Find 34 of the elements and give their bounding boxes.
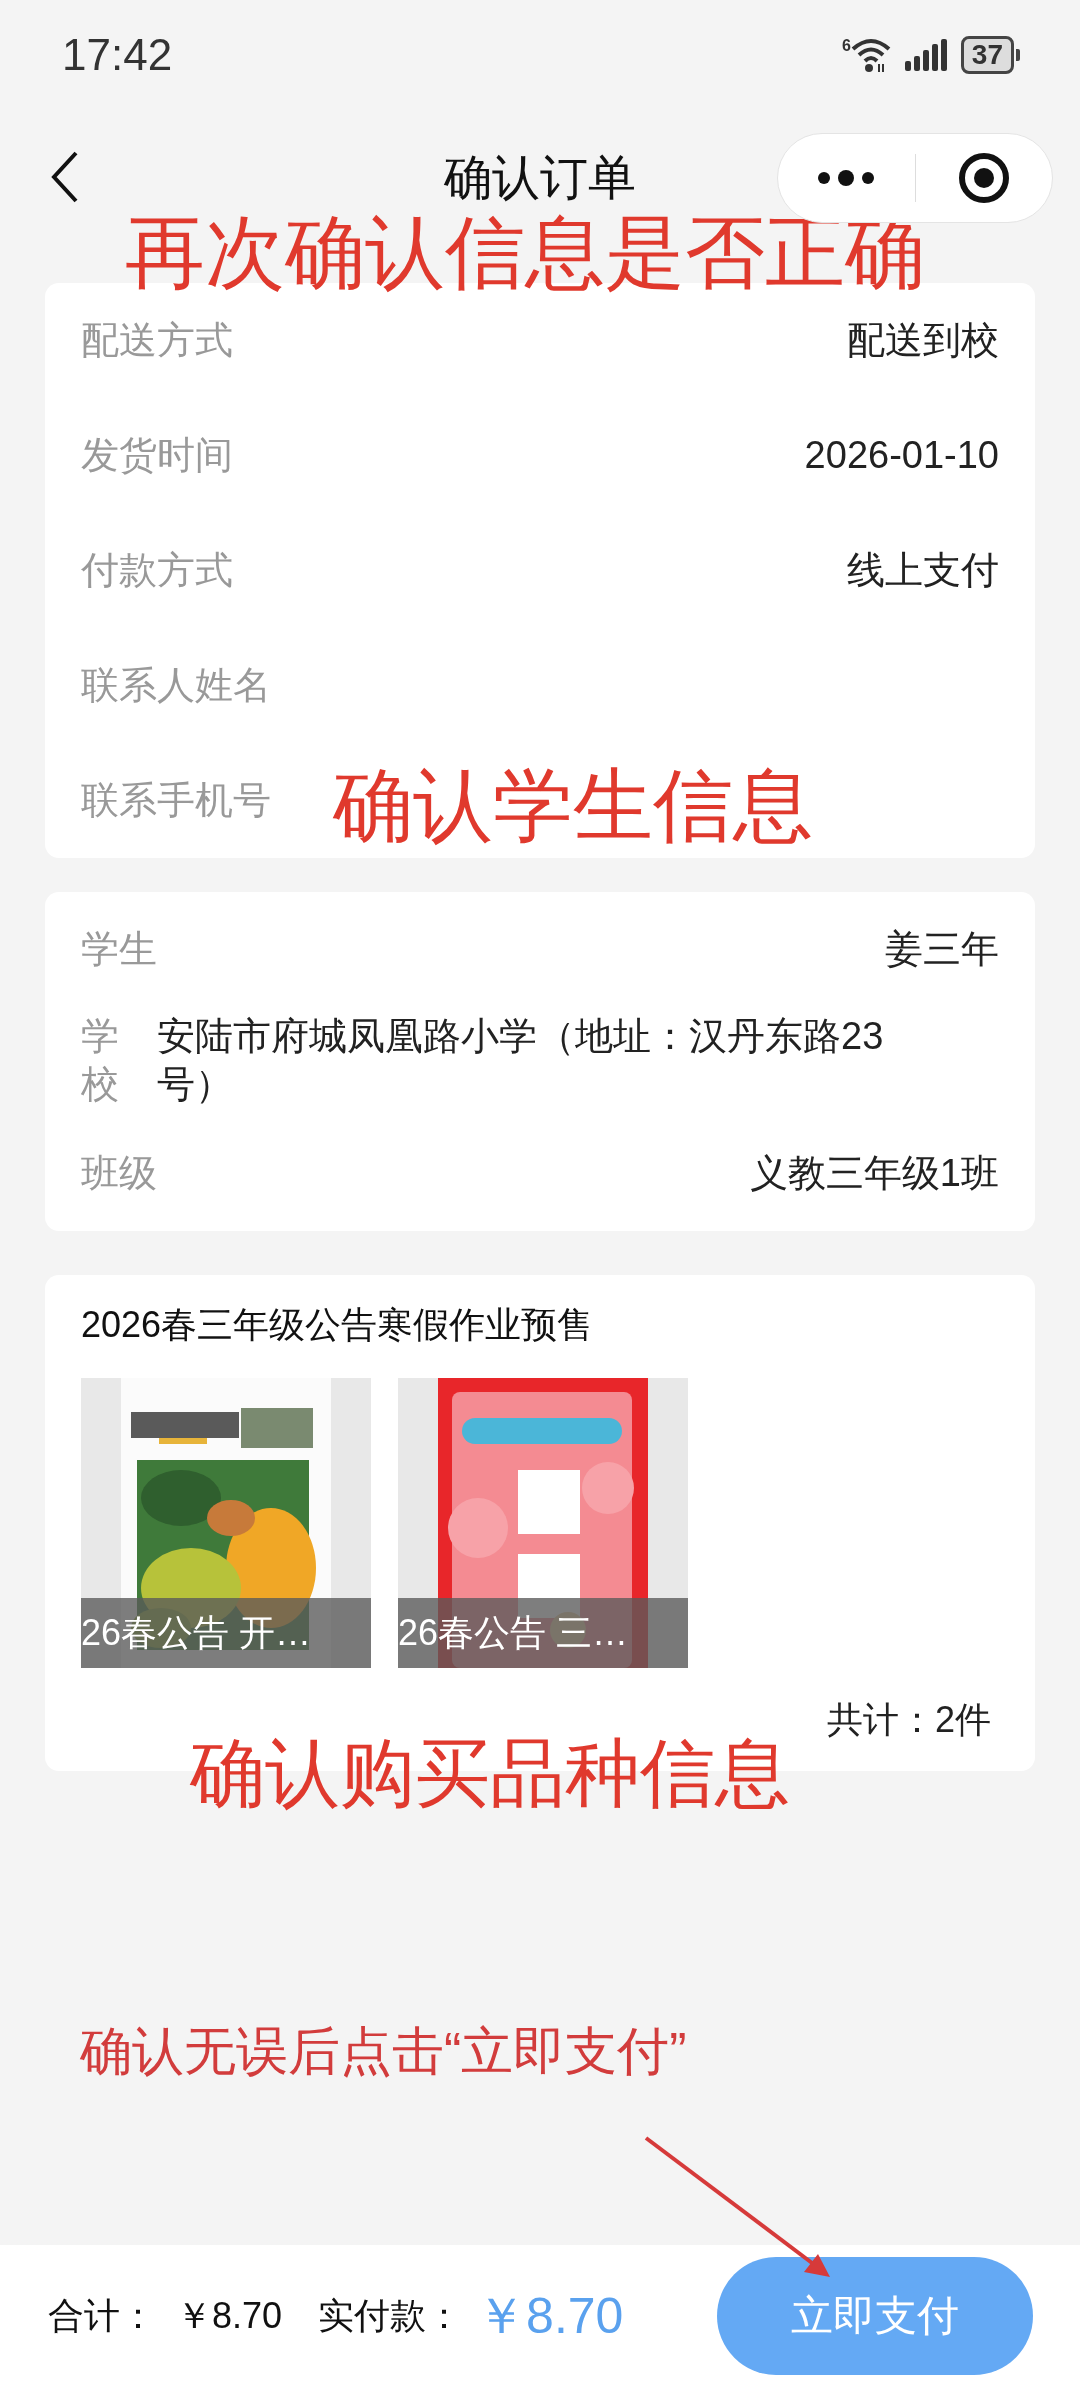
more-icon: [816, 170, 877, 186]
target-icon: [957, 152, 1010, 204]
row-label: 学校: [81, 1014, 120, 1107]
product-group-title: 2026春三年级公告寒假作业预售: [81, 1303, 595, 1347]
row-value: 义教三年级1班: [749, 1151, 999, 1196]
item-count: 共计：2件: [825, 1698, 991, 1742]
row-label: 班级: [81, 1151, 157, 1196]
annotation-text: 确认购买品种信息: [190, 1730, 790, 1817]
row-value: 配送到校: [847, 318, 999, 363]
total-label: 合计：: [48, 2293, 156, 2338]
page-title: 确认订单: [444, 150, 636, 206]
row-label: 联系人姓名: [81, 663, 271, 708]
product-caption: 26春公告 开…: [81, 1598, 371, 1668]
annotation-text: 确认学生信息: [333, 760, 813, 852]
paid-amount: ￥8.70: [476, 2286, 624, 2346]
row-label: 发货时间: [81, 433, 233, 478]
total-amount: ￥8.70: [176, 2293, 283, 2338]
row-label: 配送方式: [81, 318, 233, 363]
row-label: 付款方式: [81, 548, 233, 593]
row-label: 联系手机号: [81, 778, 271, 823]
row-value: 2026-01-10: [804, 434, 999, 477]
row-value: 安陆市府城凤凰路小学（地址：汉丹东路23号）: [157, 1014, 885, 1107]
clock-time: 17:42: [62, 30, 174, 80]
row-value: 姜三年: [885, 927, 999, 972]
network-label: 6: [841, 37, 851, 55]
signal-icon: [904, 39, 947, 71]
battery-indicator: 37: [960, 36, 1020, 74]
row-label: 学生: [81, 927, 157, 972]
wifi-icon: [850, 37, 891, 73]
paid-label: 实付款：: [318, 2293, 463, 2338]
pay-button[interactable]: 立即支付: [717, 2257, 1033, 2375]
product-caption: 26春公告 三…: [398, 1598, 688, 1668]
annotation-text: 确认无误后点击“立即支付”: [80, 2021, 687, 2082]
row-value: 线上支付: [847, 548, 999, 593]
